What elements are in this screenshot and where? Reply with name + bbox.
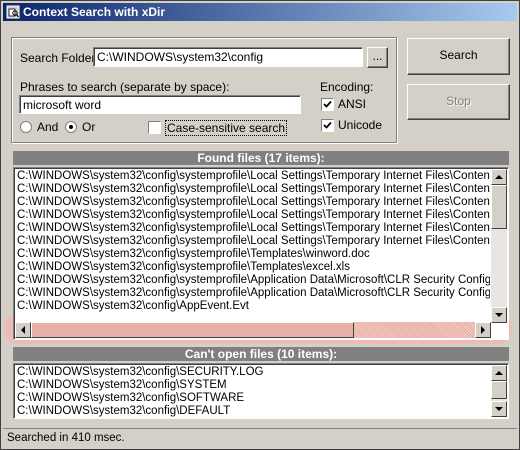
- ansi-checkbox[interactable]: [321, 98, 334, 111]
- scroll-down-button[interactable]: [491, 401, 507, 417]
- app-window: Context Search with xDir Search Folder: …: [0, 0, 520, 450]
- scroll-up-button[interactable]: [491, 169, 507, 185]
- arrow-left-icon: [21, 326, 25, 334]
- list-item[interactable]: C:\WINDOWS\system32\config\DEFAULT: [17, 405, 490, 418]
- radio-selected-dot: [69, 125, 73, 129]
- arrow-up-icon: [495, 175, 503, 179]
- phrases-input[interactable]: microsoft word: [19, 95, 301, 114]
- status-text: Searched in 410 msec.: [7, 432, 125, 444]
- list-item[interactable]: C:\WINDOWS\system32\config\systemprofile…: [17, 261, 490, 274]
- cant-open-list[interactable]: C:\WINDOWS\system32\config\SECURITY.LOG C…: [13, 363, 509, 419]
- checkmark-icon: [323, 121, 332, 129]
- ansi-label: ANSI: [338, 97, 367, 111]
- list-item[interactable]: C:\WINDOWS\system32\config\systemprofile…: [17, 196, 490, 209]
- search-button[interactable]: Search: [407, 38, 510, 75]
- list-item[interactable]: C:\WINDOWS\system32\config\SYSTEM: [17, 379, 490, 392]
- app-icon: [6, 5, 20, 19]
- list-item[interactable]: C:\WINDOWS\system32\config\SECURITY.LOG: [17, 366, 490, 379]
- cant-open-rows: C:\WINDOWS\system32\config\SECURITY.LOG C…: [17, 366, 490, 418]
- list-item[interactable]: C:\WINDOWS\system32\config\systemprofile…: [17, 222, 490, 235]
- phrases-label: Phrases to search (separate by space):: [20, 80, 230, 94]
- scroll-right-button[interactable]: [475, 322, 491, 338]
- window-title: Context Search with xDir: [23, 5, 166, 19]
- case-sensitive-label: Case-sensitive search: [165, 120, 288, 136]
- and-radio[interactable]: [20, 121, 32, 133]
- unicode-checkbox[interactable]: [321, 119, 334, 132]
- search-folder-label: Search Folder:: [20, 51, 99, 65]
- list-item[interactable]: C:\WINDOWS\system32\config\SOFTWARE: [17, 392, 490, 405]
- cant-open-vscrollbar[interactable]: [491, 365, 507, 417]
- case-sensitive-checkbox[interactable]: [148, 121, 161, 134]
- arrow-up-icon: [495, 371, 503, 375]
- list-item[interactable]: C:\WINDOWS\system32\config\systemprofile…: [17, 170, 490, 183]
- arrow-right-icon: [481, 326, 485, 334]
- encoding-label: Encoding:: [320, 80, 374, 94]
- found-files-list[interactable]: C:\WINDOWS\system32\config\systemprofile…: [13, 167, 509, 340]
- scroll-thumb[interactable]: [491, 381, 507, 399]
- scroll-thumb[interactable]: [491, 185, 507, 229]
- list-item[interactable]: C:\WINDOWS\system32\config\systemprofile…: [17, 287, 490, 300]
- found-files-vscrollbar[interactable]: [491, 169, 507, 323]
- checkmark-icon: [323, 100, 332, 108]
- browse-button[interactable]: ...: [367, 47, 388, 68]
- arrow-down-icon: [495, 407, 503, 411]
- arrow-down-icon: [495, 313, 503, 317]
- search-folder-input[interactable]: C:\WINDOWS\system32\config: [93, 47, 363, 67]
- list-item[interactable]: C:\WINDOWS\system32\config\systemprofile…: [17, 183, 490, 196]
- found-files-rows: C:\WINDOWS\system32\config\systemprofile…: [17, 170, 490, 320]
- list-item[interactable]: C:\WINDOWS\system32\config\AppEvent.Evt: [17, 300, 490, 313]
- title-bar[interactable]: Context Search with xDir: [3, 3, 517, 21]
- found-files-hscrollbar[interactable]: [15, 322, 491, 338]
- hscroll-thumb[interactable]: [31, 322, 354, 338]
- scroll-up-button[interactable]: [491, 365, 507, 381]
- or-label: Or: [82, 120, 96, 134]
- list-item[interactable]: C:\WINDOWS\system32\config\systemprofile…: [17, 248, 490, 261]
- stop-button[interactable]: Stop: [407, 84, 510, 120]
- scroll-down-button[interactable]: [491, 307, 507, 323]
- scroll-left-button[interactable]: [15, 322, 31, 338]
- found-files-header: Found files (17 items):: [13, 151, 509, 165]
- list-item[interactable]: C:\WINDOWS\system32\config\systemprofile…: [17, 274, 490, 287]
- and-label: And: [37, 120, 59, 134]
- status-bar: Searched in 410 msec.: [3, 428, 517, 449]
- cant-open-header: Can't open files (10 items):: [13, 347, 509, 361]
- unicode-label: Unicode: [338, 118, 383, 132]
- list-item[interactable]: C:\WINDOWS\system32\config\systemprofile…: [17, 235, 490, 248]
- or-radio[interactable]: [65, 121, 77, 133]
- list-item[interactable]: C:\WINDOWS\system32\config\systemprofile…: [17, 209, 490, 222]
